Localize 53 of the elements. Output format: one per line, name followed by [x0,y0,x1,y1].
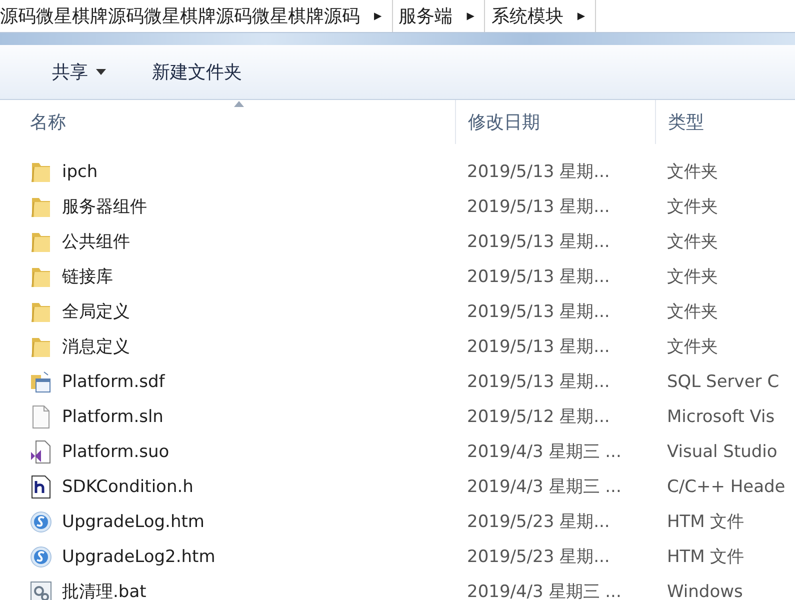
modified-date: 2019/5/13 星期... [467,232,610,252]
modified-date: 2019/5/12 星期... [467,407,610,427]
modified-date: 2019/5/23 星期... [467,547,610,567]
modified-date: 2019/5/13 星期... [467,197,610,217]
modified-date: 2019/5/13 星期... [467,162,610,182]
file-type: HTM 文件 [667,547,744,567]
file-name[interactable]: 全局定义 [62,300,130,323]
file-icon [30,404,52,428]
database-file-icon [30,370,52,394]
file-name[interactable]: 消息定义 [62,335,130,358]
modified-date: 2019/4/3 星期三 ... [467,582,622,600]
file-name[interactable]: 服务器组件 [62,195,147,218]
file-type: C/C++ Heade [667,476,786,496]
file-type: HTM 文件 [667,512,744,532]
modified-date: 2019/5/23 星期... [467,512,610,532]
caret-icon [96,69,106,75]
file-name[interactable]: 链接库 [62,265,113,288]
breadcrumb-item[interactable]: 源码微星棋牌源码微星棋牌源码微星棋牌源码 [0,4,368,28]
file-name[interactable]: SDKCondition.h [62,476,194,496]
breadcrumb-item[interactable]: 系统模块 [485,4,572,28]
file-type: 文件夹 [667,197,718,217]
file-type: Microsoft Vis [667,406,775,426]
file-type: Windows [667,582,743,600]
file-type: 文件夹 [667,267,718,287]
column-header[interactable]: 类型 [655,100,795,144]
gear-icon [30,580,52,600]
file-name[interactable]: 公共组件 [62,230,130,253]
modified-date: 2019/5/13 星期... [467,302,610,322]
file-name[interactable]: Platform.sdf [62,372,165,392]
file-type: Visual Studio [667,442,778,462]
column-header[interactable]: 名称 [0,100,455,144]
file-name[interactable]: Platform.suo [62,442,170,462]
column-header[interactable]: 修改日期 [455,100,655,144]
header-file-icon [30,474,52,498]
file-name[interactable]: UpgradeLog.htm [62,512,204,532]
modified-date: 2019/5/13 星期... [467,267,610,287]
file-type: 文件夹 [667,337,718,357]
solution-file-icon [30,440,52,464]
modified-date: 2019/5/13 星期... [467,372,610,392]
toolbar-button[interactable]: 新建文件夹 [140,56,254,88]
modified-date: 2019/4/3 星期三 ... [467,477,622,497]
breadcrumb-item[interactable]: 服务端 [392,4,461,28]
file-name[interactable]: UpgradeLog2.htm [62,546,216,566]
modified-date: 2019/4/3 星期三 ... [467,442,622,462]
file-name[interactable]: 批清理.bat [62,580,146,600]
modified-date: 2019/5/13 星期... [467,337,610,357]
file-type: SQL Server C [667,372,780,392]
file-type: 文件夹 [667,302,718,322]
file-name[interactable]: Platform.sln [62,406,164,426]
file-name[interactable]: ipch [62,162,98,182]
file-type: 文件夹 [667,232,718,252]
file-type: 文件夹 [667,162,718,182]
toolbar-button[interactable]: 共享 [40,56,118,88]
